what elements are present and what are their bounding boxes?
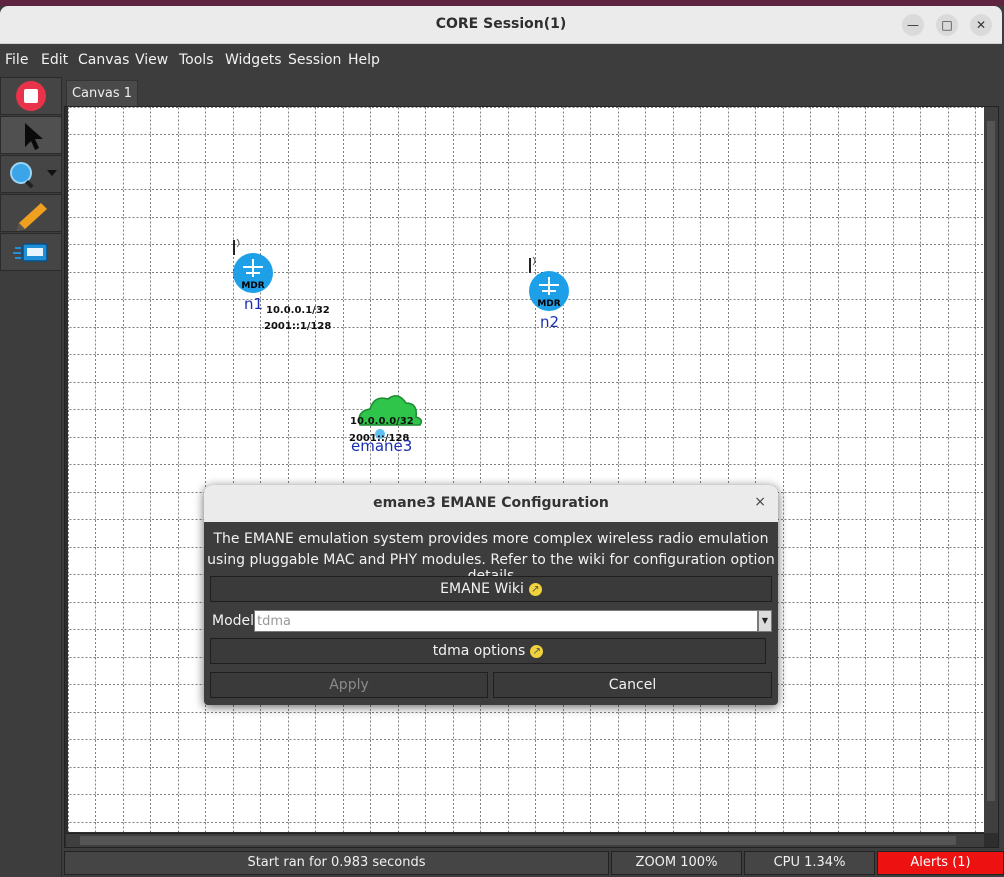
close-button[interactable]: ✕ bbox=[970, 14, 992, 36]
status-zoom: ZOOM 100% bbox=[611, 851, 742, 875]
emane-config-dialog: emane3 EMANE Configuration × The EMANE e… bbox=[204, 485, 778, 705]
select-tool-button[interactable] bbox=[0, 116, 62, 154]
tdma-options-label: tdma options bbox=[432, 643, 526, 659]
vertical-scrollbar[interactable] bbox=[984, 107, 998, 833]
node-n1-label: n1 bbox=[244, 295, 264, 313]
dialog-title: emane3 EMANE Configuration bbox=[373, 495, 609, 511]
run-tool-button[interactable] bbox=[0, 233, 62, 271]
emane-wiki-label: EMANE Wiki bbox=[440, 581, 524, 597]
vertical-scroll-thumb[interactable] bbox=[987, 121, 995, 801]
run-tool-icon bbox=[13, 243, 48, 262]
cancel-button[interactable]: Cancel bbox=[493, 672, 772, 698]
minimize-button[interactable]: — bbox=[902, 14, 924, 36]
title-bar: CORE Session(1) — □ ✕ bbox=[0, 6, 1002, 44]
canvas-area[interactable]: MDR MDR bbox=[68, 107, 984, 832]
menu-edit[interactable]: Edit bbox=[41, 52, 68, 68]
menu-widgets[interactable]: Widgets bbox=[225, 52, 282, 68]
menu-bar: File Edit Canvas View Tools Widgets Sess… bbox=[0, 44, 1002, 76]
zoom-tool-button[interactable] bbox=[0, 155, 62, 193]
menu-tools[interactable]: Tools bbox=[179, 52, 214, 68]
stop-session-button[interactable] bbox=[0, 77, 62, 115]
svg-text:MDR: MDR bbox=[241, 281, 264, 291]
options-link-icon: ↗ bbox=[530, 644, 544, 658]
core-window: CORE Session(1) — □ ✕ File Edit Canvas V… bbox=[0, 0, 1004, 877]
menu-canvas[interactable]: Canvas bbox=[78, 52, 129, 68]
select-pointer-icon bbox=[25, 123, 43, 150]
dialog-title-bar: emane3 EMANE Configuration × bbox=[204, 485, 778, 522]
dialog-close-button[interactable]: × bbox=[754, 494, 766, 510]
status-cpu: CPU 1.34% bbox=[744, 851, 875, 875]
tdma-options-button[interactable]: tdma options ↗ bbox=[210, 638, 766, 664]
node-n1-ipv4: 10.0.0.1/32 bbox=[266, 305, 330, 316]
annotate-tool-button[interactable] bbox=[0, 194, 62, 232]
model-select[interactable] bbox=[254, 610, 758, 632]
node-n1-ipv6: 2001::1/128 bbox=[264, 321, 332, 332]
maximize-button[interactable]: □ bbox=[936, 14, 958, 36]
zoom-magnifier-icon bbox=[10, 162, 57, 189]
horizontal-scrollbar[interactable] bbox=[66, 833, 984, 847]
node-n2-label: n2 bbox=[540, 313, 560, 331]
external-link-icon: ↗ bbox=[528, 582, 542, 596]
node-emane3-label: emane3 bbox=[351, 437, 413, 455]
model-dropdown-arrow-icon[interactable]: ▼ bbox=[758, 610, 772, 632]
toolbar bbox=[0, 77, 62, 877]
window-title: CORE Session(1) bbox=[435, 16, 567, 32]
status-message: Start ran for 0.983 seconds bbox=[64, 851, 609, 875]
menu-view[interactable]: View bbox=[135, 52, 168, 68]
svg-text:MDR: MDR bbox=[537, 299, 560, 309]
status-bar: Start ran for 0.983 seconds ZOOM 100% CP… bbox=[64, 851, 1004, 877]
dialog-description-line-1: The EMANE emulation system provides more… bbox=[213, 531, 769, 547]
apply-button[interactable]: Apply bbox=[210, 672, 488, 698]
menu-help[interactable]: Help bbox=[348, 52, 380, 68]
menu-file[interactable]: File bbox=[5, 52, 28, 68]
status-alerts-button[interactable]: Alerts (1) bbox=[877, 851, 1004, 875]
horizontal-scroll-thumb[interactable] bbox=[80, 836, 956, 845]
model-input[interactable] bbox=[257, 612, 753, 630]
tab-canvas-1[interactable]: Canvas 1 bbox=[66, 80, 138, 106]
menu-session[interactable]: Session bbox=[288, 52, 341, 68]
pencil-annotation-icon bbox=[17, 203, 47, 231]
node-emane3-ipv4: 10.0.0.0/32 bbox=[350, 416, 414, 427]
emane-wiki-button[interactable]: EMANE Wiki ↗ bbox=[210, 576, 772, 602]
stop-session-icon bbox=[16, 81, 46, 111]
model-label: Model bbox=[212, 613, 255, 629]
